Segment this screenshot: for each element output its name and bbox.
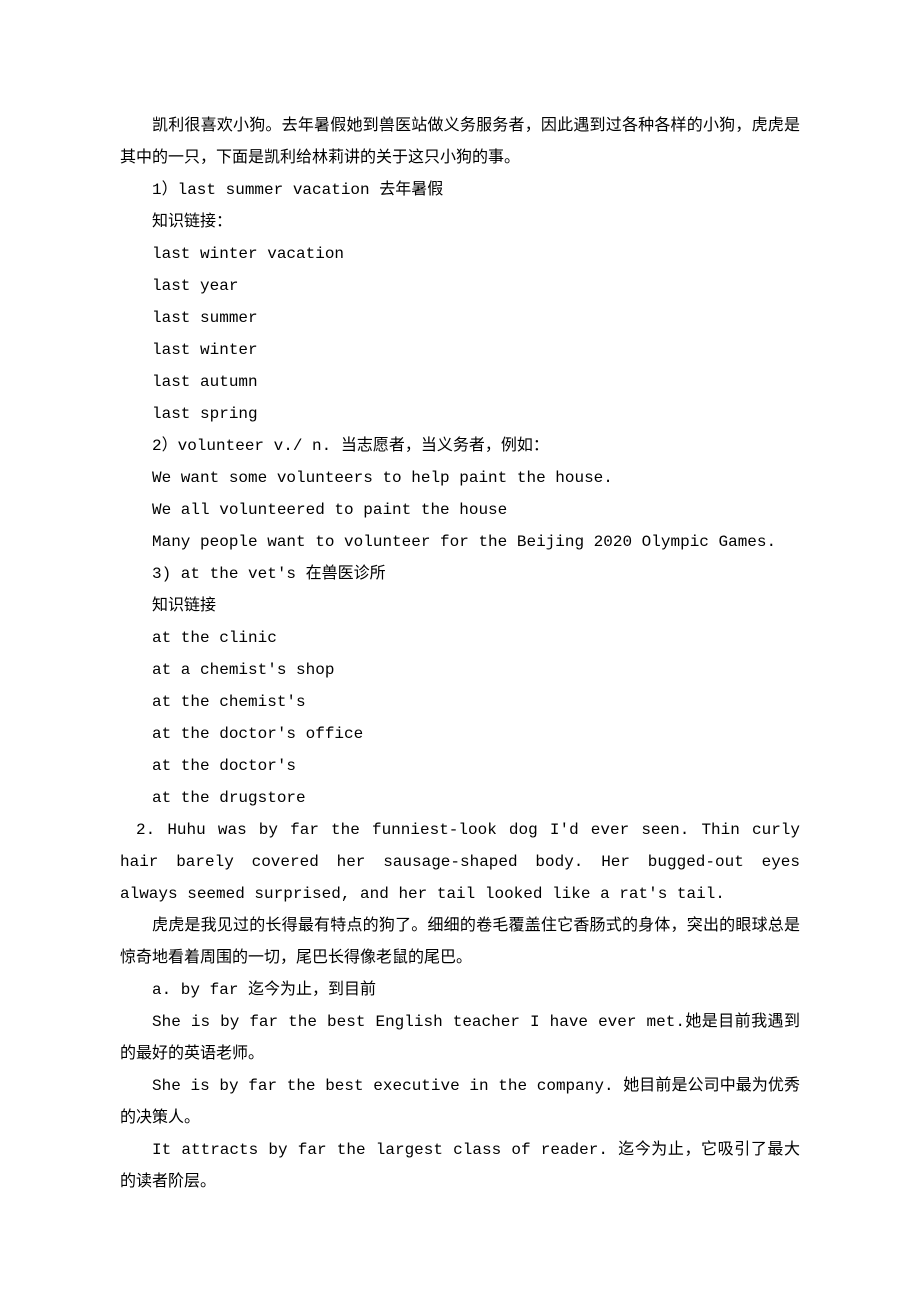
link1-line: last winter — [152, 334, 800, 366]
item-1-block: 1）last summer vacation 去年暑假 知识链接： last w… — [120, 174, 800, 814]
item-3-header: 3) at the vet's 在兽医诊所 — [152, 558, 800, 590]
item2-line: We all volunteered to paint the house — [152, 494, 800, 526]
link3-line: at the doctor's — [152, 750, 800, 782]
section-2-english: 2. Huhu was by far the funniest-look dog… — [120, 814, 800, 910]
item-2-header: 2）volunteer v./ n. 当志愿者，当义务者，例如： — [152, 430, 800, 462]
link1-line: last summer — [152, 302, 800, 334]
item-1-header: 1）last summer vacation 去年暑假 — [152, 174, 800, 206]
link1-line: last year — [152, 270, 800, 302]
intro-paragraph: 凯利很喜欢小狗。去年暑假她到兽医站做义务服务者，因此遇到过各种各样的小狗，虎虎是… — [120, 110, 800, 174]
item2-line: We want some volunteers to help paint th… — [152, 462, 800, 494]
link3-line: at the chemist's — [152, 686, 800, 718]
example-sentence: She is by far the best English teacher I… — [120, 1006, 800, 1070]
link3-line: at the clinic — [152, 622, 800, 654]
subitem-a-block: a. by far 迄今为止，到目前 — [120, 974, 800, 1006]
link3-line: at the drugstore — [152, 782, 800, 814]
link1-line: last spring — [152, 398, 800, 430]
document-page: 凯利很喜欢小狗。去年暑假她到兽医站做义务服务者，因此遇到过各种各样的小狗，虎虎是… — [0, 0, 920, 1302]
item2-line: Many people want to volunteer for the Be… — [152, 526, 800, 558]
link1-line: last autumn — [152, 366, 800, 398]
knowledge-link-label: 知识链接： — [152, 206, 800, 238]
example-sentence: She is by far the best executive in the … — [120, 1070, 800, 1134]
knowledge-link-label: 知识链接 — [152, 590, 800, 622]
section-2-chinese: 虎虎是我见过的长得最有特点的狗了。细细的卷毛覆盖住它香肠式的身体，突出的眼球总是… — [120, 910, 800, 974]
link3-line: at the doctor's office — [152, 718, 800, 750]
link1-line: last winter vacation — [152, 238, 800, 270]
example-sentence: It attracts by far the largest class of … — [120, 1134, 800, 1198]
link3-line: at a chemist's shop — [152, 654, 800, 686]
subitem-a-header: a. by far 迄今为止，到目前 — [152, 974, 800, 1006]
